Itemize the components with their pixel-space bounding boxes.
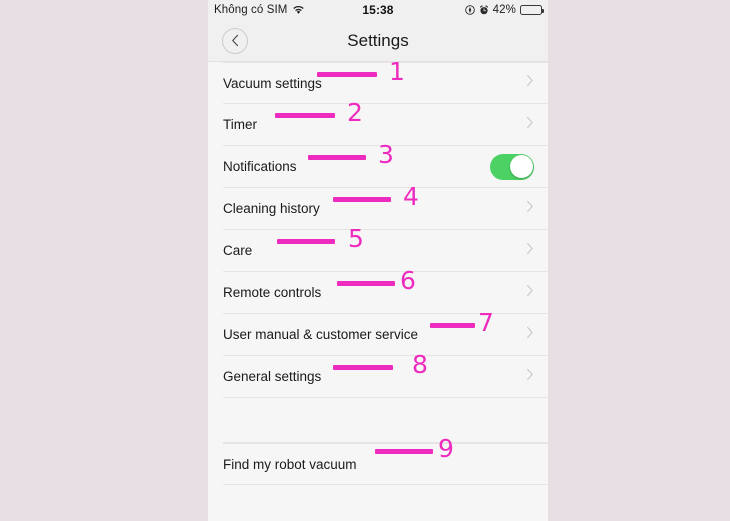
status-bar-left: Không có SIM xyxy=(214,4,305,16)
battery-icon xyxy=(520,5,544,15)
settings-row-label: Notifications xyxy=(223,159,297,174)
chevron-right-icon xyxy=(526,242,534,260)
chevron-right-icon xyxy=(526,368,534,386)
wifi-icon xyxy=(292,5,305,15)
settings-row-label: User manual & customer service xyxy=(223,327,419,342)
annotation-number: 7 xyxy=(478,308,494,337)
chevron-right-icon xyxy=(526,326,534,344)
chevron-right-icon xyxy=(526,284,534,302)
chevron-right-icon xyxy=(526,200,534,218)
settings-row-vacuum-settings[interactable]: Vacuum settings xyxy=(223,62,548,104)
carrier-label: Không có SIM xyxy=(214,4,288,16)
settings-row-label: Timer xyxy=(223,117,257,132)
back-button[interactable] xyxy=(222,27,248,54)
annotation-line xyxy=(277,239,335,244)
annotation-line xyxy=(333,197,391,202)
chevron-right-icon xyxy=(526,116,534,134)
settings-row-label: Cleaning history xyxy=(223,201,320,216)
list-section-gap xyxy=(223,398,548,443)
settings-row-user-manual-customer-service[interactable]: User manual & customer service xyxy=(223,314,548,356)
toggle-knob xyxy=(509,155,533,178)
settings-row-label: Remote controls xyxy=(223,285,322,300)
annotation-number: 2 xyxy=(347,98,363,127)
annotation-line xyxy=(275,113,335,118)
annotation-number: 3 xyxy=(378,140,394,169)
page-title: Settings xyxy=(347,30,409,50)
navigation-bar: Settings xyxy=(208,20,548,62)
annotation-number: 8 xyxy=(412,350,428,379)
status-bar: Không có SIM 15:38 42% xyxy=(208,0,548,20)
settings-row-cleaning-history[interactable]: Cleaning history xyxy=(223,188,548,230)
settings-row-label: Care xyxy=(223,243,253,258)
annotation-number: 5 xyxy=(348,224,364,253)
phone-screenshot: Không có SIM 15:38 42% Settings Vacuum s… xyxy=(208,0,548,521)
settings-row-general-settings[interactable]: General settings xyxy=(223,356,548,398)
battery-percent-label: 42% xyxy=(492,4,516,16)
annotation-line xyxy=(375,449,433,454)
annotation-number: 6 xyxy=(400,266,416,295)
list-tail-space xyxy=(208,485,548,521)
annotation-line xyxy=(337,281,395,286)
settings-row-remote-controls[interactable]: Remote controls xyxy=(223,272,548,314)
settings-row-label: General settings xyxy=(223,369,322,384)
annotation-number: 4 xyxy=(403,182,419,211)
screenshot-canvas: Không có SIM 15:38 42% Settings Vacuum s… xyxy=(0,0,730,521)
annotation-line xyxy=(430,323,475,328)
annotation-line xyxy=(317,72,377,77)
settings-row-label: Find my robot vacuum xyxy=(223,456,357,472)
status-bar-right: 42% xyxy=(464,4,544,16)
chevron-left-icon xyxy=(230,34,241,47)
location-services-icon xyxy=(464,5,475,15)
settings-row-care[interactable]: Care xyxy=(223,230,548,272)
annotation-line xyxy=(333,365,393,370)
annotation-line xyxy=(308,155,366,160)
annotation-number: 9 xyxy=(438,434,454,463)
annotation-number: 1 xyxy=(389,57,405,86)
settings-row-label: Vacuum settings xyxy=(223,75,322,91)
notifications-toggle[interactable] xyxy=(490,153,534,180)
settings-list: Vacuum settings Timer Notifications Cleanin… xyxy=(208,62,548,398)
alarm-clock-icon xyxy=(479,5,489,15)
chevron-right-icon xyxy=(526,74,534,92)
